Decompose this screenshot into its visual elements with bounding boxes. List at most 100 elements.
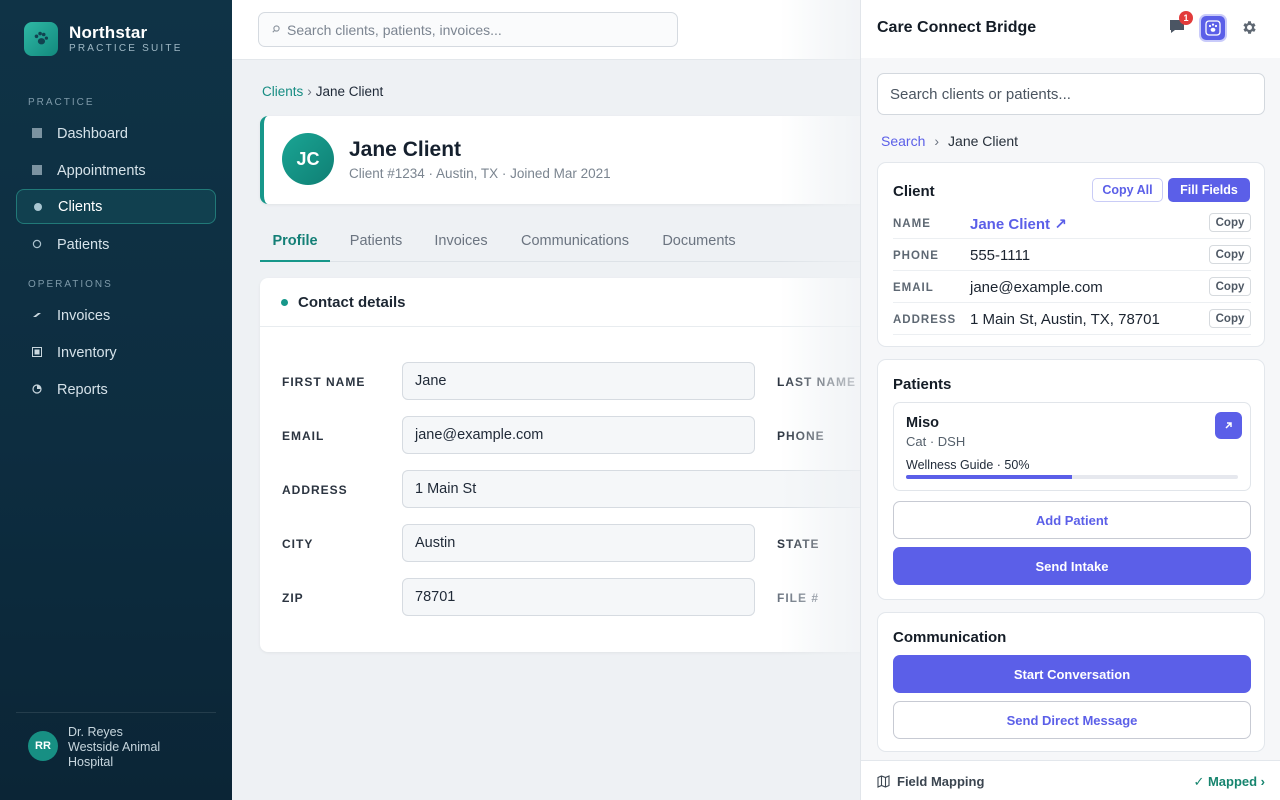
user-profile[interactable]: RR Dr. Reyes Westside Animal Hospital	[16, 712, 216, 770]
sidebar-item-label: Clients	[58, 198, 103, 215]
panel-title: Care Connect Bridge	[877, 19, 1037, 36]
sidebar-item-dashboard[interactable]: Dashboard	[16, 116, 216, 151]
paw-logo-icon	[24, 22, 58, 56]
add-patient-button[interactable]: Add Patient	[893, 501, 1251, 539]
client-name-link[interactable]: Jane Client ↗	[970, 215, 1067, 233]
start-conversation-button[interactable]: Start Conversation	[893, 655, 1251, 693]
tab-invoices[interactable]: Invoices	[426, 222, 496, 262]
breadcrumb-current: Jane Client	[315, 84, 384, 99]
field-mapping-link[interactable]: Field Mapping	[877, 774, 984, 789]
row-key: NAME	[893, 218, 931, 230]
send-direct-message-button[interactable]: Send Direct Message	[893, 701, 1251, 739]
gear-icon[interactable]	[1241, 19, 1258, 36]
client-row-name: NAME Jane Client ↗ Copy	[893, 207, 1251, 239]
city-field[interactable]: Austin	[402, 524, 755, 562]
contact-details-card: Contact details FIRST NAME Jane LAST NAM…	[260, 278, 900, 652]
tab-patients[interactable]: Patients	[342, 222, 410, 262]
mapped-status-link[interactable]: ✓ Mapped ›	[1193, 774, 1265, 790]
sidebar-item-label: Reports	[57, 381, 108, 398]
invoice-icon	[33, 313, 41, 317]
care-connect-panel: Care Connect Bridge 1 Search clients or …	[860, 0, 1280, 800]
brand[interactable]: Northstar PRACTICE SUITE	[24, 22, 183, 56]
sidebar-item-label: Inventory	[57, 344, 117, 361]
panel-search-placeholder: Search clients or patients...	[890, 85, 1071, 103]
sidebar-item-patients[interactable]: Patients	[16, 227, 216, 262]
dashboard-icon	[32, 128, 42, 138]
global-search-placeholder: Search clients, patients, invoices...	[287, 21, 502, 38]
sidebar-item-label: Dashboard	[57, 125, 128, 142]
brand-subtitle: PRACTICE SUITE	[69, 43, 183, 54]
breadcrumb-separator: ›	[934, 133, 940, 149]
sidebar-item-label: Invoices	[57, 307, 111, 324]
breadcrumb-clients-link[interactable]: Clients	[262, 84, 303, 99]
sidebar-item-invoices[interactable]: Invoices	[16, 298, 216, 333]
paw-app-button[interactable]	[1199, 14, 1227, 42]
nav-section-operations: OPERATIONS	[28, 279, 113, 290]
tab-documents[interactable]: Documents	[656, 222, 742, 262]
fill-fields-button[interactable]: Fill Fields	[1168, 178, 1250, 202]
address-field[interactable]: 1 Main St	[402, 470, 900, 508]
sidebar-item-label: Patients	[57, 236, 110, 253]
patient-card-miso[interactable]: Miso Cat · DSH Wellness Guide · 50%	[893, 402, 1251, 491]
row-value: 1 Main St, Austin, TX, 78701	[970, 311, 1160, 328]
field-mapping-label: Field Mapping	[897, 774, 985, 789]
copy-phone-button[interactable]: Copy	[1209, 245, 1251, 264]
external-link-icon	[1225, 422, 1232, 429]
page-title: Jane Client	[349, 138, 462, 161]
first-name-field[interactable]: Jane	[402, 362, 755, 400]
copy-address-button[interactable]: Copy	[1209, 309, 1251, 328]
sidebar-item-clients[interactable]: Clients	[16, 189, 216, 224]
section-dot-icon	[281, 299, 288, 306]
breadcrumb-separator: ›	[307, 84, 312, 99]
email-field[interactable]: jane@example.com	[402, 416, 755, 454]
row-key: EMAIL	[893, 282, 934, 294]
notification-badge: 1	[1179, 11, 1193, 25]
client-row-address: ADDRESS 1 Main St, Austin, TX, 78701 Cop…	[893, 303, 1251, 335]
wellness-progress-fill	[906, 475, 1072, 479]
row-value: jane@example.com	[970, 279, 1103, 296]
avatar: RR	[28, 731, 58, 761]
client-meta: Client #1234 · Austin, TX · Joined Mar 2…	[349, 166, 611, 181]
sidebar-item-appointments[interactable]: Appointments	[16, 153, 216, 188]
patients-card: Patients Miso Cat · DSH Wellness Guide ·…	[877, 359, 1265, 600]
panel-breadcrumb-current: Jane Client	[948, 133, 1019, 149]
patient-info: Cat · DSH	[906, 434, 966, 449]
wellness-progress-bar	[906, 475, 1238, 479]
sidebar-item-label: Appointments	[57, 162, 146, 179]
user-org-line1: Westside Animal	[68, 740, 161, 754]
client-card-title: Client	[893, 183, 935, 200]
contact-details-title: Contact details	[298, 293, 406, 311]
calendar-icon	[32, 165, 42, 175]
sidebar-item-reports[interactable]: Reports	[16, 372, 216, 407]
phone-label: PHONE	[777, 429, 825, 443]
state-label: STATE	[777, 537, 820, 551]
tab-profile[interactable]: Profile	[260, 222, 330, 262]
user-name: Dr. Reyes	[68, 725, 123, 739]
panel-footer: Field Mapping ✓ Mapped ›	[861, 760, 1280, 800]
city-label: CITY	[282, 537, 314, 551]
tab-communications[interactable]: Communications	[514, 222, 636, 262]
address-label: ADDRESS	[282, 483, 348, 497]
wellness-progress-label: Wellness Guide · 50%	[906, 458, 1030, 472]
open-patient-button[interactable]	[1215, 412, 1242, 439]
breadcrumb: Clients › Jane Client	[262, 84, 383, 99]
patients-icon	[32, 239, 42, 249]
row-key: PHONE	[893, 250, 939, 262]
panel-breadcrumb-search-link[interactable]: Search	[881, 133, 925, 149]
first-name-label: FIRST NAME	[282, 375, 366, 389]
communication-card: Communication Start Conversation Send Di…	[877, 612, 1265, 752]
reports-icon	[32, 384, 42, 394]
user-org-line2: Hospital	[68, 755, 114, 769]
copy-email-button[interactable]: Copy	[1209, 277, 1251, 296]
panel-search-input[interactable]: Search clients or patients...	[877, 73, 1265, 115]
send-intake-button[interactable]: Send Intake	[893, 547, 1251, 585]
paw-icon	[1205, 20, 1221, 36]
copy-all-button[interactable]: Copy All	[1092, 178, 1163, 202]
copy-name-button[interactable]: Copy	[1209, 213, 1251, 232]
search-icon	[272, 25, 280, 33]
sidebar-item-inventory[interactable]: Inventory	[16, 335, 216, 370]
global-search-input[interactable]: Search clients, patients, invoices...	[258, 12, 678, 47]
nav-section-practice: PRACTICE	[28, 97, 95, 108]
row-value: 555-1111	[970, 247, 1031, 264]
zip-field[interactable]: 78701	[402, 578, 755, 616]
